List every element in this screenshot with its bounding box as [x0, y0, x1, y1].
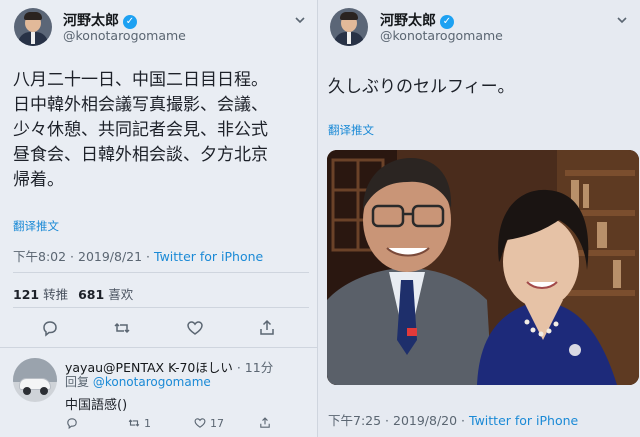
reply-share-button[interactable] [258, 416, 275, 430]
reply-text: 中国語感() [65, 398, 128, 413]
reply-like-count: 17 [210, 417, 224, 430]
author-avatar[interactable] [14, 8, 52, 46]
translate-tweet-link[interactable]: 翻译推文 [328, 122, 374, 138]
selfie-photo-image [327, 150, 639, 385]
reply-button[interactable] [40, 318, 60, 338]
tweet-timestamp: 下午7:25 · 2019/8/20 · Twitter for iPhone [328, 413, 579, 428]
reply-like-button[interactable]: 17 [193, 416, 224, 430]
tweet-source-link[interactable]: Twitter for iPhone [469, 413, 578, 428]
author-name[interactable]: 河野太郎 ✓ [63, 10, 137, 30]
tweet-text: 久しぶりのセルフィー。 [328, 77, 515, 97]
tweet-text: 八月二十一日、中国二日目日程。 日中韓外相会議写真撮影、会議、 少々休憩、共同記… [13, 68, 268, 193]
reply-retweet-button[interactable]: 1 [127, 416, 151, 430]
likes-label[interactable]: 喜欢 [108, 287, 133, 302]
author-avatar[interactable] [330, 8, 368, 46]
reply-icon [67, 418, 77, 430]
chevron-down-icon[interactable] [616, 14, 628, 26]
retweets-count[interactable]: 121 [13, 287, 39, 302]
tweet-text-line: 少々休憩、共同記者会見、非公式 [13, 120, 268, 140]
left-tweet-panel: 河野太郎 ✓ @konotarogomame 八月二十一日、中国二日目日程。 日中… [0, 0, 318, 437]
reply-icon [43, 321, 57, 337]
tweet-text-line: 八月二十一日、中国二日目日程。 [13, 70, 268, 90]
like-icon [194, 418, 206, 428]
verified-badge-icon: ✓ [440, 15, 454, 29]
likes-count[interactable]: 681 [78, 287, 104, 302]
share-icon [260, 319, 274, 335]
divider [13, 307, 309, 308]
tweet-text-line: 日中韓外相会議写真撮影、会議、 [13, 95, 268, 115]
tweet-text-line: 帰着。 [13, 170, 64, 190]
reply-author-avatar[interactable] [13, 358, 57, 402]
translate-tweet-link[interactable]: 翻译推文 [13, 218, 59, 234]
tweet-text-line: 昼食会、日韓外相会談、夕方北京 [13, 145, 268, 165]
reply-time: · 11分 [232, 360, 274, 375]
author-handle[interactable]: @konotarogomame [380, 28, 503, 43]
reply-mention-link[interactable]: @konotarogomame [93, 375, 211, 389]
like-icon [187, 321, 203, 335]
share-icon [260, 417, 270, 428]
verified-badge-icon: ✓ [123, 15, 137, 29]
reply-to-line: 回复 @konotarogomame [65, 375, 211, 389]
divider [0, 347, 318, 348]
retweet-icon [114, 322, 130, 334]
like-button[interactable] [185, 318, 205, 338]
share-button[interactable] [257, 318, 277, 338]
author-handle[interactable]: @konotarogomame [63, 28, 186, 43]
retweets-label[interactable]: 转推 [43, 287, 68, 302]
divider [13, 272, 309, 273]
retweet-button[interactable] [112, 318, 132, 338]
author-name[interactable]: 河野太郎 ✓ [380, 10, 454, 30]
reply-retweet-count: 1 [144, 417, 151, 430]
reply-reply-button[interactable] [65, 416, 82, 430]
tweet-source-link[interactable]: Twitter for iPhone [154, 249, 263, 264]
tweet-stats: 121 转推 681 喜欢 [13, 284, 143, 303]
tweet-timestamp: 下午8:02 · 2019/8/21 · Twitter for iPhone [13, 249, 264, 264]
chevron-down-icon[interactable] [294, 14, 306, 26]
tweet-photo[interactable] [327, 150, 639, 385]
retweet-icon [128, 419, 140, 427]
